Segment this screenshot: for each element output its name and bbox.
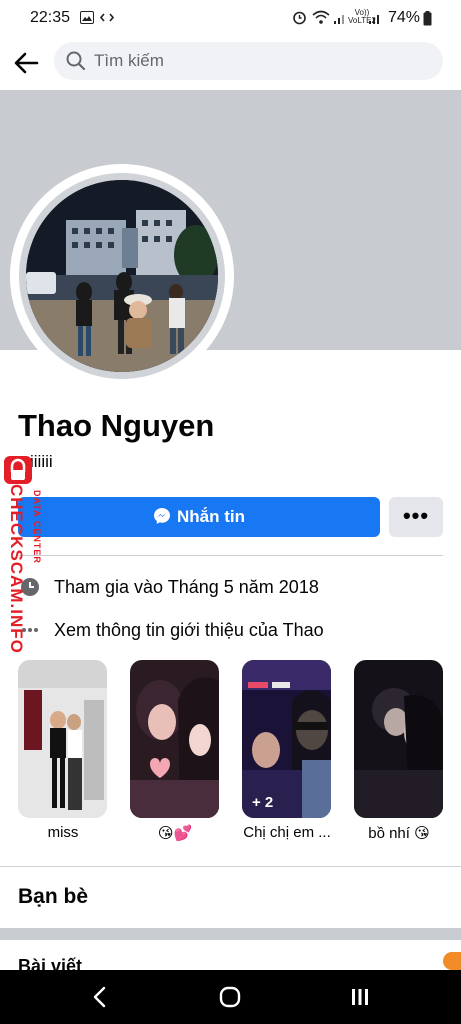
message-button-label: Nhắn tin xyxy=(177,507,245,526)
search-icon xyxy=(66,51,86,71)
message-button[interactable]: Nhắn tin xyxy=(18,497,380,537)
see-info-row[interactable]: Xem thông tin giới thiệu của Thao xyxy=(18,616,443,646)
friends-section-title[interactable]: Bạn bè xyxy=(18,885,88,909)
more-options-button[interactable]: ••• xyxy=(389,497,443,537)
highlight-card[interactable] xyxy=(18,660,107,818)
code-icon xyxy=(99,11,115,24)
signal-icon xyxy=(333,11,347,30)
watermark-tag: DATA CENTER xyxy=(32,490,42,564)
highlight-caption: miss xyxy=(47,824,79,841)
highlight-caption: bồ nhí 😘 xyxy=(368,825,430,842)
search-input[interactable]: Tìm kiếm xyxy=(54,42,443,80)
highlight-badge: + 2 xyxy=(252,794,274,811)
alarm-icon xyxy=(292,10,307,30)
section-separator xyxy=(0,928,461,940)
wifi-icon xyxy=(312,10,330,30)
status-bar: 22:35 Vo)) VoLTE2 74% xyxy=(0,0,461,38)
nav-back-icon[interactable] xyxy=(88,985,112,1014)
nav-home-icon[interactable] xyxy=(218,985,242,1014)
message-button-content: Nhắn tin xyxy=(18,507,380,530)
watermark-site: CHECKSCAM.INFO xyxy=(7,484,26,654)
watermark: CHECKSCAM.INFO DATA CENTER xyxy=(2,450,42,680)
more-dots-icon: ••• xyxy=(402,503,430,528)
divider xyxy=(18,555,443,556)
floating-badge-icon[interactable] xyxy=(443,952,461,970)
joined-row: Tham gia vào Tháng 5 năm 2018 xyxy=(18,573,443,603)
android-nav-bar xyxy=(0,970,461,1024)
top-bar: Tìm kiếm xyxy=(0,38,461,88)
highlight-caption: 😘💕 xyxy=(157,825,193,842)
see-info-text: Xem thông tin giới thiệu của Thao xyxy=(54,620,324,640)
back-arrow-icon[interactable] xyxy=(12,48,42,78)
joined-text: Tham gia vào Tháng 5 năm 2018 xyxy=(54,577,319,597)
status-time: 22:35 xyxy=(30,9,71,26)
highlight-card[interactable] xyxy=(354,660,443,818)
profile-name: Thao Nguyen xyxy=(18,408,215,443)
signal-icon-2 xyxy=(368,11,382,30)
highlight-card[interactable] xyxy=(130,660,219,818)
battery-percent: 74% xyxy=(388,9,421,26)
battery-icon xyxy=(423,11,432,31)
messenger-icon xyxy=(153,507,171,530)
divider xyxy=(0,866,461,867)
nav-recents-icon[interactable] xyxy=(348,985,372,1014)
highlight-caption: Chị chị em ... xyxy=(243,824,331,841)
search-placeholder: Tìm kiếm xyxy=(94,51,164,70)
avatar[interactable] xyxy=(26,180,218,372)
image-icon xyxy=(80,11,94,24)
highlight-card[interactable]: + 2 xyxy=(242,660,331,818)
